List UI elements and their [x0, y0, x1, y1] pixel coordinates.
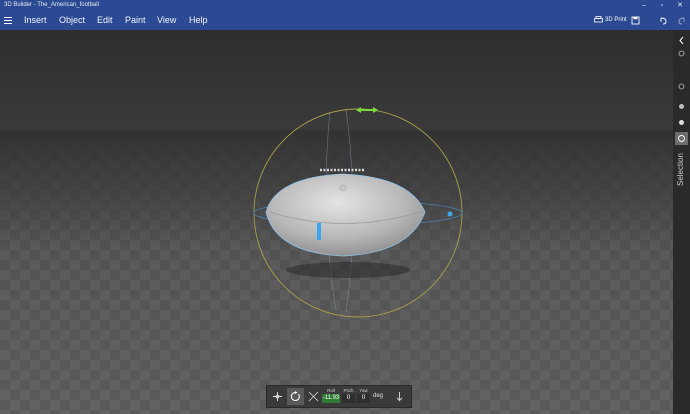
3d-print-button[interactable]: 3D Print [594, 11, 627, 30]
redo-icon[interactable] [675, 14, 688, 27]
yaw-label: Yaw [359, 388, 368, 393]
lasso-icon[interactable] [675, 47, 688, 60]
roll-handle[interactable] [356, 107, 378, 113]
face-select-icon[interactable] [675, 100, 688, 113]
rotate-tool-icon[interactable] [287, 388, 304, 405]
move-tool-icon[interactable] [269, 388, 286, 405]
hamburger-menu-icon[interactable] [4, 15, 12, 26]
maximize-button[interactable]: ▫ [654, 0, 670, 11]
3d-viewport[interactable] [0, 30, 673, 414]
title-bar: 3D Builder - The_American_football – ▫ ✕ [0, 0, 690, 11]
menu-view[interactable]: View [157, 11, 176, 30]
model-shadow [286, 262, 410, 278]
scene-canvas[interactable] [0, 30, 673, 414]
undo-icon[interactable] [657, 14, 670, 27]
unit-label: deg [373, 393, 384, 399]
close-button[interactable]: ✕ [672, 0, 688, 11]
pitch-label: Pitch [343, 388, 354, 393]
pitch-field[interactable]: Pitch 0 [342, 387, 355, 406]
drop-to-floor-icon[interactable] [391, 388, 408, 405]
minimize-button[interactable]: – [636, 0, 652, 11]
pitch-value-input[interactable]: 0 [342, 394, 355, 403]
edge-select-icon[interactable] [675, 116, 688, 129]
menu-edit[interactable]: Edit [97, 11, 113, 30]
menu-object[interactable]: Object [59, 11, 85, 30]
scale-tool-icon[interactable] [305, 388, 322, 405]
menu-help[interactable]: Help [189, 11, 208, 30]
roll-field[interactable]: Roll -11.93 [322, 387, 340, 406]
selection-panel-label: Selection [676, 153, 685, 187]
menu-paint[interactable]: Paint [125, 11, 146, 30]
object-select-icon[interactable] [675, 132, 688, 145]
collapse-chevron-icon[interactable] [675, 34, 688, 47]
yaw-handle[interactable] [447, 211, 453, 217]
roll-label: Roll [327, 388, 335, 393]
pitch-handle[interactable] [317, 223, 321, 240]
save-icon[interactable] [629, 14, 642, 27]
window-title: 3D Builder - The_American_football [4, 2, 99, 8]
menu-insert[interactable]: Insert [24, 11, 47, 30]
3d-print-label: 3D Print [605, 17, 627, 23]
paint-select-icon[interactable] [675, 80, 688, 93]
printer-icon [594, 16, 603, 23]
side-panel [673, 30, 690, 414]
roll-value-input[interactable]: -11.93 [322, 394, 340, 403]
yaw-field[interactable]: Yaw 0 [357, 387, 370, 406]
transform-toolbar: Roll -11.93 Pitch 0 Yaw 0 deg [266, 385, 412, 408]
yaw-value-input[interactable]: 0 [357, 394, 370, 403]
menu-bar: Insert Object Edit Paint View Help 3D Pr… [0, 11, 690, 30]
